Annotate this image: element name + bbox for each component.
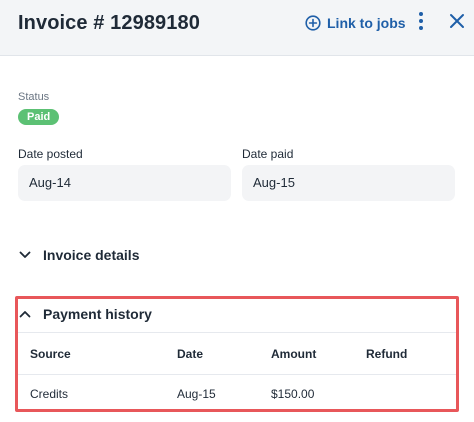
row-1-amount: $150.00 <box>271 387 315 401</box>
plus-circle-icon <box>305 15 321 31</box>
chevron-up-icon <box>18 307 32 321</box>
status-label: Status <box>18 91 50 103</box>
link-to-jobs-button[interactable]: Link to jobs <box>305 13 406 33</box>
date-posted-label: Date posted <box>18 147 83 161</box>
date-paid-label: Date paid <box>242 147 294 161</box>
payment-history-toggle[interactable]: Payment history <box>18 304 152 324</box>
column-header-source: Source <box>30 347 71 361</box>
invoice-header: Invoice # 12989180 Link to jobs <box>0 0 474 56</box>
column-header-amount: Amount <box>271 347 317 361</box>
close-icon <box>449 13 465 34</box>
row-1-source: Credits <box>30 387 69 401</box>
table-row-divider <box>18 374 456 375</box>
close-button[interactable] <box>446 12 468 34</box>
more-vertical-icon <box>418 11 424 36</box>
status-badge: Paid <box>18 109 60 125</box>
column-header-date: Date <box>177 347 204 361</box>
page-title: Invoice # 12989180 <box>18 12 200 34</box>
date-posted-field: Aug-14 <box>18 165 231 201</box>
invoice-details-toggle[interactable]: Invoice details <box>18 245 139 265</box>
link-to-jobs-label: Link to jobs <box>327 15 406 31</box>
date-paid-field: Aug-15 <box>242 165 455 201</box>
chevron-down-icon <box>18 248 32 262</box>
table-top-divider <box>18 332 456 333</box>
more-options-button[interactable] <box>412 11 430 36</box>
column-header-refund: Refund <box>366 347 408 361</box>
invoice-details-label: Invoice details <box>43 247 140 263</box>
payment-history-label: Payment history <box>43 306 152 322</box>
row-1-date: Aug-15 <box>177 387 216 401</box>
